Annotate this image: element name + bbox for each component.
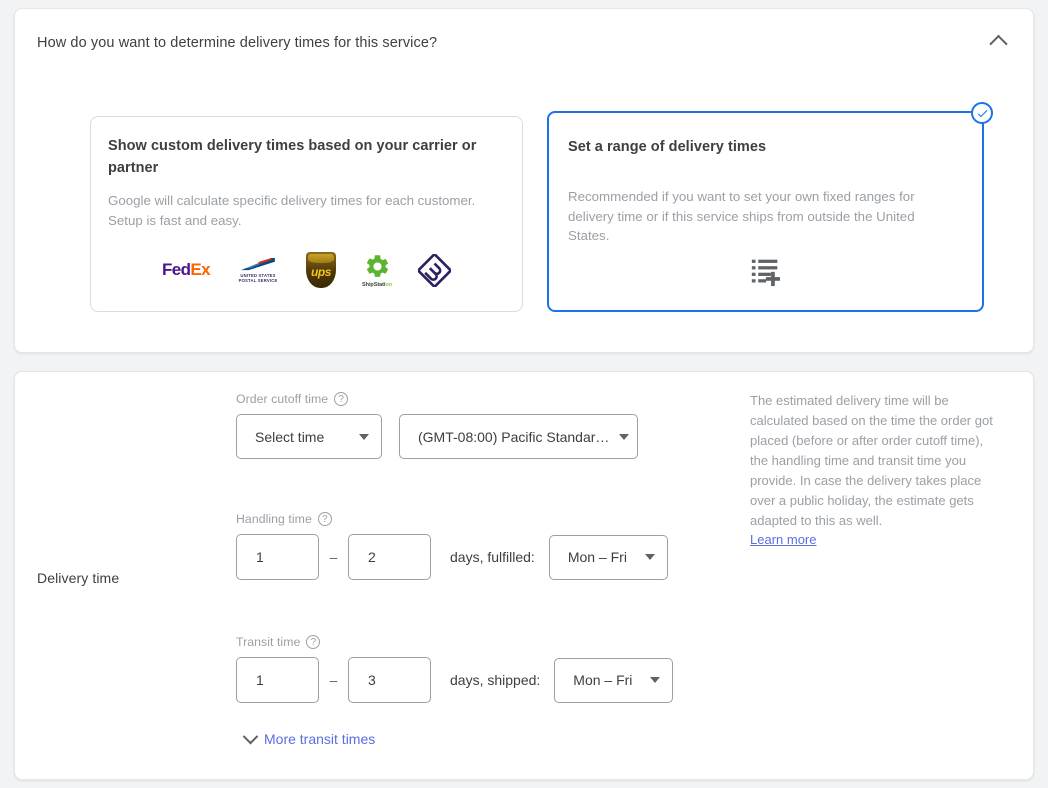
handling-time-controls: – days, fulfilled: Mon – Fri [236,534,668,580]
select-timezone-value: (GMT-08:00) Pacific Standar… [418,429,609,445]
option-card-carrier[interactable]: Show custom delivery times based on your… [90,116,523,312]
handling-days-value: Mon – Fri [568,549,635,565]
carrier-logo-row: FedEx UNITED STATES POSTAL SERVICE [91,247,522,293]
shipstation-gear-icon [364,253,391,280]
option-card-carrier-title: Show custom delivery times based on your… [108,135,494,179]
transit-time-controls: – days, shipped: Mon – Fri [236,657,673,703]
order-cutoff-time-label-text: Order cutoff time [236,392,328,406]
page-title: How do you want to determine delivery ti… [37,33,437,53]
chevron-down-icon [359,434,369,440]
fedex-logo-text-fed: Fed [162,260,190,279]
check-circle-icon [971,102,993,124]
transit-time-max-input[interactable] [348,657,431,703]
option-card-range-title: Set a range of delivery times [568,136,952,158]
more-transit-times-link[interactable]: More transit times [245,731,375,747]
page-root: How do you want to determine delivery ti… [0,0,1048,788]
chevron-down-icon [650,677,660,683]
option-card-carrier-description: Google will calculate specific delivery … [108,191,500,230]
shipstation-logo: ShipStation [362,253,392,288]
more-transit-times-label: More transit times [264,731,375,747]
handling-time-row: Handling time ? – days, fulfilled: Mon –… [236,512,668,580]
handling-time-separator: – [319,549,348,565]
help-circle-icon[interactable]: ? [318,512,332,526]
usps-logo: UNITED STATES POSTAL SERVICE [236,257,280,283]
chevron-down-icon [645,554,655,560]
handling-time-label-text: Handling time [236,512,312,526]
handling-time-label: Handling time ? [236,512,668,526]
shipstation-logo-text-accent: on [385,282,392,288]
delivery-time-help-text: The estimated delivery time will be calc… [750,391,1002,549]
learn-more-link[interactable]: Learn more [750,532,816,547]
fedex-logo-text-ex: Ex [190,260,210,279]
transit-time-separator: – [319,672,348,688]
help-text-body: The estimated delivery time will be calc… [750,391,1002,531]
playlist-add-icon [549,254,982,288]
help-circle-icon[interactable]: ? [334,392,348,406]
help-circle-icon[interactable]: ? [306,635,320,649]
ups-logo-text: ups [311,265,331,279]
select-timezone-dropdown[interactable]: (GMT-08:00) Pacific Standar… [399,414,638,459]
shipstation-logo-text: ShipStati [362,282,385,288]
fedex-logo: FedEx [162,260,210,280]
transit-days-dropdown[interactable]: Mon – Fri [554,658,673,703]
option-card-range[interactable]: Set a range of delivery times Recommende… [547,111,984,312]
collapse-panel-button[interactable] [985,29,1011,55]
handling-days-dropdown[interactable]: Mon – Fri [549,535,668,580]
chevron-up-icon [989,34,1007,52]
handling-time-max-input[interactable] [348,534,431,580]
transit-time-min-input[interactable] [236,657,319,703]
transit-days-value: Mon – Fri [573,672,640,688]
transit-time-label-text: Transit time [236,635,300,649]
chevron-down-icon [243,728,259,744]
order-cutoff-time-label: Order cutoff time ? [236,392,638,406]
option-card-range-description: Recommended if you want to set your own … [568,187,959,246]
panel-header: How do you want to determine delivery ti… [37,33,1011,55]
select-time-value: Select time [255,429,349,445]
usps-logo-caption: UNITED STATES POSTAL SERVICE [236,273,280,283]
check-icon [976,107,989,120]
shippo-logo [418,254,451,287]
section-label-delivery-time: Delivery time [37,570,119,586]
order-cutoff-time-row: Order cutoff time ? Select time (GMT-08:… [236,392,638,459]
shippo-diamond-icon [418,254,451,287]
ups-logo: ups [306,252,336,288]
select-time-dropdown[interactable]: Select time [236,414,382,459]
transit-time-unit-label: days, shipped: [450,672,540,688]
delivery-time-method-panel: How do you want to determine delivery ti… [14,8,1034,353]
transit-time-label: Transit time ? [236,635,673,649]
transit-time-row: Transit time ? – days, shipped: Mon – Fr… [236,635,673,703]
handling-time-min-input[interactable] [236,534,319,580]
usps-eagle-icon [238,257,278,272]
chevron-down-icon [619,434,629,440]
order-cutoff-controls: Select time (GMT-08:00) Pacific Standar… [236,414,638,459]
handling-time-unit-label: days, fulfilled: [450,549,535,565]
